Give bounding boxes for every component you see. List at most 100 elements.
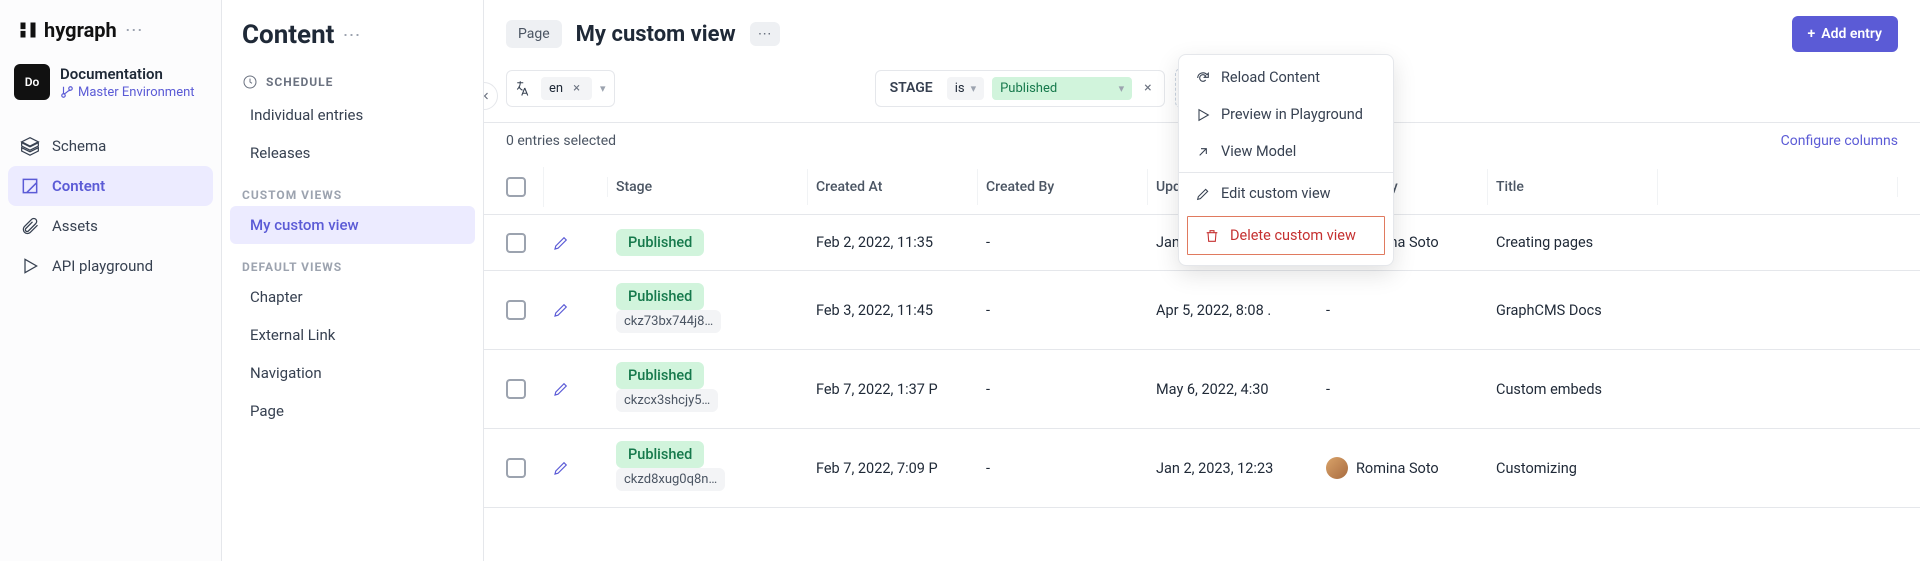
play-outline-icon <box>1195 107 1211 123</box>
nav-content-label: Content <box>52 177 105 195</box>
row-checkbox[interactable] <box>506 458 526 478</box>
cell-created-at: Feb 3, 2022, 11:45 <box>808 290 978 331</box>
entry-id: ckz73bx744j8… <box>616 310 721 333</box>
nav-assets-label: Assets <box>52 217 98 235</box>
brand-text: hygraph <box>44 18 117 42</box>
cell-updated-by: - <box>1318 290 1488 331</box>
locale-value: en <box>549 81 563 96</box>
sidebar-item-my-custom-view[interactable]: My custom view <box>230 206 475 244</box>
col-created-by[interactable]: Created By <box>978 169 1148 205</box>
cell-created-at: Feb 2, 2022, 11:35 <box>808 222 978 263</box>
menu-edit-custom-view[interactable]: Edit custom view <box>1179 175 1393 212</box>
project-name: Documentation <box>60 65 195 83</box>
col-stage[interactable]: Stage <box>608 169 808 205</box>
col-created-at[interactable]: Created At <box>808 169 978 205</box>
entry-id: ckzd8xug0q8n… <box>616 468 725 491</box>
view-more-button[interactable]: ⋯ <box>750 22 780 46</box>
sidebar-item-releases[interactable]: Releases <box>230 134 475 172</box>
edit-row-button[interactable] <box>544 447 608 489</box>
chevron-down-icon[interactable]: ▾ <box>971 82 977 95</box>
secondary-title: Content <box>242 20 334 50</box>
cell-created-by: - <box>978 290 1148 331</box>
nav-schema[interactable]: Schema <box>8 126 213 166</box>
nav-api-playground[interactable]: API playground <box>8 246 213 286</box>
stage-badge: Published <box>616 441 704 468</box>
project-badge: Do <box>14 64 50 100</box>
layers-icon <box>20 136 40 156</box>
table-row[interactable]: Published ckz73bx744j8… Feb 3, 2022, 11:4… <box>484 271 1920 350</box>
cell-title: Creating pages <box>1488 222 1658 263</box>
view-title: My custom view <box>576 22 736 47</box>
stage-op: is <box>955 81 965 96</box>
menu-view-model-label: View Model <box>1221 143 1296 160</box>
add-entry-button[interactable]: + Add entry <box>1792 16 1898 52</box>
menu-delete-custom-view[interactable]: Delete custom view <box>1187 216 1385 255</box>
menu-delete-label: Delete custom view <box>1230 227 1356 244</box>
environment-label: Master Environment <box>60 85 195 100</box>
table-row[interactable]: Published ckzcx3shcjy5…Feb 7, 2022, 1:37… <box>484 350 1920 429</box>
schedule-heading: SCHEDULE <box>222 60 483 96</box>
menu-reload-content[interactable]: Reload Content <box>1179 59 1393 96</box>
selection-count: 0 entries selected <box>506 133 616 149</box>
menu-preview-playground[interactable]: Preview in Playground <box>1179 96 1393 133</box>
row-checkbox[interactable] <box>506 300 526 320</box>
stage-badge: Published <box>616 362 704 389</box>
avatar <box>1326 457 1348 479</box>
translate-icon <box>515 79 533 97</box>
select-all-checkbox[interactable] <box>506 177 526 197</box>
row-checkbox[interactable] <box>506 379 526 399</box>
cell-created-at: Feb 7, 2022, 1:37 P <box>808 369 978 410</box>
chevrons-left-icon <box>484 89 491 103</box>
chevron-down-icon[interactable]: ▾ <box>1119 82 1125 95</box>
locale-filter[interactable]: en × ▾ <box>506 70 615 107</box>
chevron-down-icon[interactable]: ▾ <box>600 82 606 95</box>
menu-edit-label: Edit custom view <box>1221 185 1331 202</box>
cell-updated-by: - <box>1318 369 1488 410</box>
cell-created-by: - <box>978 222 1148 263</box>
stage-filter-label: STAGE <box>884 80 939 96</box>
schedule-label: SCHEDULE <box>266 75 333 89</box>
col-title[interactable]: Title <box>1488 169 1658 205</box>
edit-row-button[interactable] <box>544 368 608 410</box>
pencil-icon <box>552 459 570 477</box>
stage-filter[interactable]: STAGE is ▾ Published ▾ × <box>875 70 1165 107</box>
nav-content[interactable]: Content <box>8 166 213 206</box>
cell-created-by: - <box>978 369 1148 410</box>
brand-menu-icon[interactable]: ⋯ <box>125 20 145 41</box>
default-views-heading: DEFAULT VIEWS <box>222 244 483 278</box>
view-actions-dropdown: Reload Content Preview in Playground Vie… <box>1178 54 1394 266</box>
external-icon <box>1195 144 1211 160</box>
pencil-icon <box>552 234 570 252</box>
edit-icon <box>20 176 40 196</box>
menu-view-model[interactable]: View Model <box>1179 133 1393 170</box>
secondary-menu-icon[interactable]: ⋯ <box>342 25 362 46</box>
pencil-icon <box>552 380 570 398</box>
sidebar-item-navigation[interactable]: Navigation <box>230 354 475 392</box>
trash-icon <box>1204 228 1220 244</box>
menu-reload-label: Reload Content <box>1221 69 1320 86</box>
nav-assets[interactable]: Assets <box>8 206 213 246</box>
cell-updated-by: Romina Soto <box>1318 445 1488 491</box>
cell-updated-at: May 6, 2022, 4:30 <box>1148 369 1318 410</box>
sidebar-item-external-link[interactable]: External Link <box>230 316 475 354</box>
branch-icon <box>60 85 74 99</box>
row-checkbox[interactable] <box>506 233 526 253</box>
table-row[interactable]: Published ckzd8xug0q8n…Feb 7, 2022, 7:09… <box>484 429 1920 508</box>
configure-columns-link[interactable]: Configure columns <box>1781 133 1898 149</box>
nav-api-label: API playground <box>52 257 153 275</box>
model-chip[interactable]: Page <box>506 20 562 48</box>
sidebar-item-chapter[interactable]: Chapter <box>230 278 475 316</box>
sidebar-item-individual[interactable]: Individual entries <box>230 96 475 134</box>
sidebar-item-page[interactable]: Page <box>230 392 475 430</box>
edit-row-button[interactable] <box>544 289 608 331</box>
stage-badge: Published <box>616 283 704 310</box>
cell-updated-at: Apr 5, 2022, 8:08 . <box>1148 290 1318 331</box>
project-selector[interactable]: Do Documentation Master Environment <box>0 56 221 118</box>
hygraph-icon <box>18 20 38 40</box>
nav-schema-label: Schema <box>52 137 106 155</box>
edit-row-button[interactable] <box>544 222 608 264</box>
locale-remove[interactable]: × <box>569 81 584 96</box>
stage-remove[interactable]: × <box>1140 80 1155 96</box>
pencil-icon <box>1195 186 1211 202</box>
play-icon <box>20 256 40 276</box>
